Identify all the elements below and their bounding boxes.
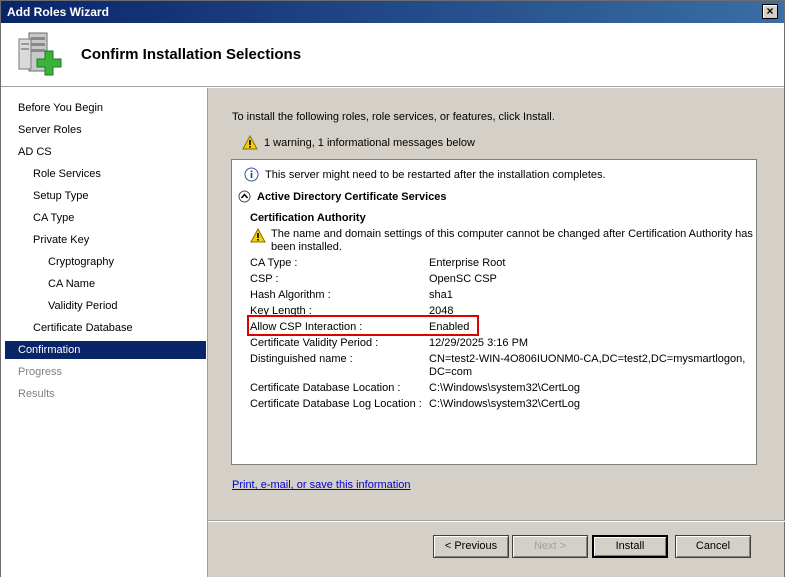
property-value: Enabled <box>429 321 470 333</box>
property-label: CA Type : <box>250 257 298 269</box>
confirmation-details-panel[interactable]: This server might need to be restarted a… <box>231 159 757 465</box>
main-content: To install the following roles, role ser… <box>207 88 785 577</box>
nav-step-setup-type[interactable]: Setup Type <box>33 187 88 205</box>
warning-summary-text: 1 warning, 1 informational messages belo… <box>264 136 475 149</box>
property-value: Enterprise Root <box>429 257 506 269</box>
property-label: Distinguished name : <box>250 353 353 365</box>
collapse-icon[interactable] <box>238 190 251 203</box>
info-icon <box>244 167 259 182</box>
close-button[interactable]: × <box>762 4 778 19</box>
property-value: 2048 <box>429 305 454 317</box>
warning-icon <box>250 228 266 243</box>
property-label: Certificate Database Log Location : <box>250 398 422 410</box>
property-label: Allow CSP Interaction : <box>250 321 363 333</box>
server-add-icon <box>18 32 62 76</box>
window-title: Add Roles Wizard <box>7 5 109 19</box>
property-label: CSP : <box>250 273 279 285</box>
property-value-continuation: DC=com <box>429 366 473 378</box>
property-label: Key Length : <box>250 305 312 317</box>
property-value: OpenSC CSP <box>429 273 497 285</box>
property-label: Certificate Validity Period : <box>250 337 379 349</box>
nav-step-ca-name[interactable]: CA Name <box>48 275 95 293</box>
wizard-header: Confirm Installation Selections <box>1 23 784 87</box>
property-value: C:\Windows\system32\CertLog <box>429 398 580 410</box>
info-message: This server might need to be restarted a… <box>244 167 606 182</box>
nav-step-before-you-begin[interactable]: Before You Begin <box>18 99 103 117</box>
nav-step-private-key[interactable]: Private Key <box>33 231 89 249</box>
nav-step-server-roles[interactable]: Server Roles <box>18 121 82 139</box>
info-message-text: This server might need to be restarted a… <box>265 168 606 181</box>
property-value: CN=test2-WIN-4O806IUONM0-CA,DC=test2,DC=… <box>429 353 746 365</box>
page-title: Confirm Installation Selections <box>81 46 302 63</box>
property-label: Hash Algorithm : <box>250 289 331 301</box>
subsection-title: Certification Authority <box>250 212 366 224</box>
nav-step-progress: Progress <box>18 366 63 378</box>
install-button[interactable]: Install <box>592 535 668 558</box>
property-label: Certificate Database Location : <box>250 382 401 394</box>
nav-step-validity-period[interactable]: Validity Period <box>48 297 118 315</box>
next-button: Next > <box>512 535 588 558</box>
nav-step-ad-cs[interactable]: AD CS <box>18 143 52 161</box>
footer-divider <box>208 520 785 522</box>
nav-step-role-services[interactable]: Role Services <box>33 165 101 183</box>
ca-warning-line-2: been installed. <box>271 241 342 253</box>
print-email-save-link[interactable]: Print, e-mail, or save this information <box>232 479 411 491</box>
section-title: Active Directory Certificate Services <box>257 190 447 203</box>
ca-warning-line-1: The name and domain settings of this com… <box>271 228 753 240</box>
nav-step-certificate-database[interactable]: Certificate Database <box>33 319 133 337</box>
intro-text: To install the following roles, role ser… <box>232 111 555 123</box>
warning-icon <box>242 135 258 150</box>
nav-step-cryptography[interactable]: Cryptography <box>48 253 114 271</box>
add-roles-wizard-window: Add Roles Wizard × Confirm Installation … <box>0 0 785 577</box>
section-header[interactable]: Active Directory Certificate Services <box>238 190 447 203</box>
cancel-button[interactable]: Cancel <box>675 535 751 558</box>
property-value: sha1 <box>429 289 453 301</box>
nav-step-results: Results <box>18 388 55 400</box>
warning-summary: 1 warning, 1 informational messages belo… <box>242 135 475 150</box>
previous-button[interactable]: < Previous <box>433 535 509 558</box>
property-value: 12/29/2025 3:16 PM <box>429 337 529 349</box>
title-bar: Add Roles Wizard × <box>1 1 784 23</box>
property-value: C:\Windows\system32\CertLog <box>429 382 580 394</box>
wizard-steps-nav: Before You Begin Server Roles AD CS Role… <box>1 88 207 577</box>
nav-step-ca-type[interactable]: CA Type <box>33 209 74 227</box>
nav-step-confirmation[interactable]: Confirmation <box>5 341 206 359</box>
